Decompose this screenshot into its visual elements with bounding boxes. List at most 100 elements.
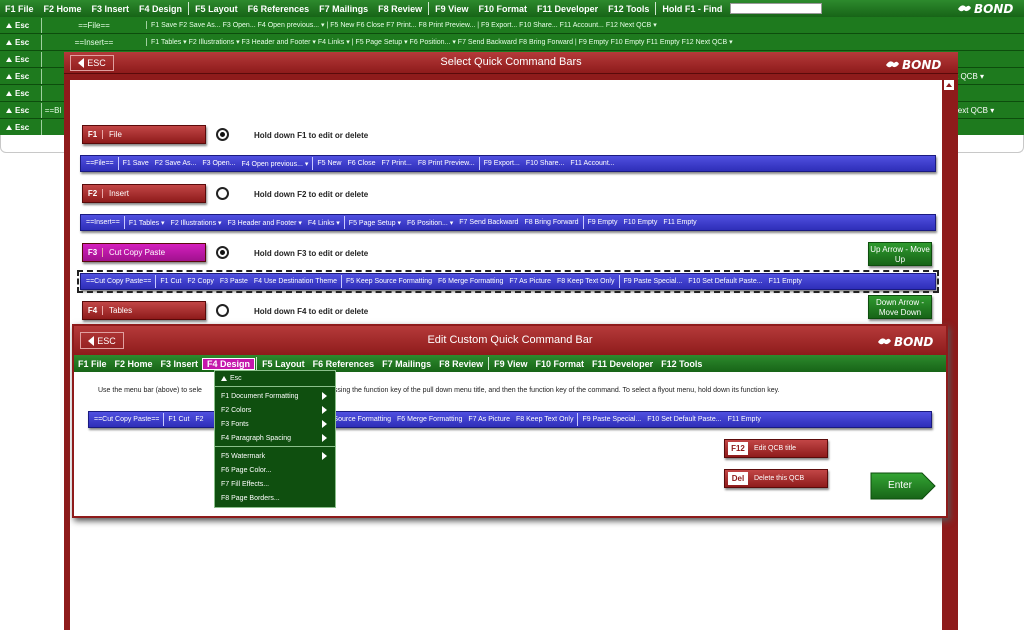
qcb-item[interactable]: F7 Print... — [379, 160, 415, 167]
bg-esc-button[interactable]: Esc — [0, 51, 42, 67]
qcb-item[interactable]: F2 Save As... — [152, 160, 200, 167]
qcb-insert-bar[interactable]: ==Insert== F1 Tables ▾ F2 Illustrations … — [80, 214, 936, 231]
qcb-item[interactable]: F10 Empty — [620, 219, 660, 226]
qcb-item[interactable]: F5 Page Setup ▾ — [346, 219, 404, 227]
edit-menu-design[interactable]: F4 Design — [202, 357, 256, 370]
qcb-tables-button[interactable]: F4 Tables — [82, 301, 206, 320]
qcb-file-bar[interactable]: ==File== F1 Save F2 Save As... F3 Open..… — [80, 155, 936, 172]
qcb-item[interactable]: F5 New — [314, 160, 344, 167]
qcb-item[interactable]: F3 Paste — [217, 278, 251, 285]
qcb-item[interactable]: F6 Close — [345, 160, 379, 167]
edit-menu-developer[interactable]: F11 Developer — [588, 359, 657, 369]
qcb-item[interactable]: F11 Empty — [725, 416, 764, 423]
qcb-item[interactable]: F6 Merge Formatting — [394, 416, 465, 423]
qcb-cut-copy-paste-radio[interactable] — [216, 246, 229, 259]
bg-esc-button[interactable]: Esc — [0, 102, 42, 118]
dropdown-item-fonts[interactable]: F3 Fonts — [215, 417, 335, 431]
bg-esc-button[interactable]: Esc — [0, 17, 42, 33]
menu-references[interactable]: F6 References — [243, 4, 315, 14]
qcb-item[interactable]: F4 Open previous... ▾ — [238, 160, 311, 168]
edit-menu-review[interactable]: F8 Review — [435, 359, 487, 369]
qcb-file-radio[interactable] — [216, 128, 229, 141]
qcb-item[interactable]: F8 Print Preview... — [415, 160, 478, 167]
menu-layout[interactable]: F5 Layout — [190, 4, 243, 14]
bg-qcb-row[interactable]: Esc ==Insert== F1 Tables ▾ F2 Illustrati… — [0, 34, 1024, 51]
menu-home[interactable]: F2 Home — [39, 4, 87, 14]
qcb-insert-radio[interactable] — [216, 187, 229, 200]
dropdown-item-paragraph-spacing[interactable]: F4 Paragraph Spacing — [215, 431, 335, 445]
edit-menu-view[interactable]: F9 View — [490, 359, 531, 369]
dropdown-item-document-formatting[interactable]: F1 Document Formatting — [215, 389, 335, 403]
qcb-item[interactable]: F1 Cut — [165, 416, 192, 423]
bg-esc-button[interactable]: Esc — [0, 119, 42, 135]
menu-format[interactable]: F10 Format — [474, 4, 533, 14]
bg-esc-button[interactable]: Esc — [0, 34, 42, 50]
qcb-item[interactable]: F8 Keep Text Only — [513, 416, 576, 423]
delete-qcb-button[interactable]: Del Delete this QCB — [724, 469, 828, 488]
qcb-file-button[interactable]: F1 File — [82, 125, 206, 144]
edit-menu-format[interactable]: F10 Format — [532, 359, 589, 369]
qcb-item[interactable]: F10 Set Default Paste... — [644, 416, 724, 423]
menu-view[interactable]: F9 View — [430, 4, 473, 14]
qcb-item[interactable]: F9 Empty — [585, 219, 621, 226]
qcb-item[interactable]: F8 Bring Forward — [521, 219, 581, 226]
qcb-item[interactable]: F11 Empty — [660, 219, 699, 226]
dropdown-item-fill-effects[interactable]: F7 Fill Effects... — [215, 477, 335, 491]
qcb-item[interactable]: F2 — [192, 416, 206, 423]
menu-tools[interactable]: F12 Tools — [603, 4, 654, 14]
qcb-item[interactable]: F5 Keep Source Formatting — [343, 278, 435, 285]
edit-menu-layout[interactable]: F5 Layout — [258, 359, 309, 369]
move-up-button[interactable]: Up Arrow - Move Up — [868, 242, 932, 266]
menu-file[interactable]: F1 File — [0, 4, 39, 14]
qcb-item[interactable]: F10 Set Default Paste... — [685, 278, 765, 285]
qcb-item[interactable]: F9 Paste Special... — [621, 278, 686, 285]
dropdown-esc[interactable]: Esc — [215, 371, 335, 385]
bg-esc-button[interactable]: Esc — [0, 68, 42, 84]
qcb-item[interactable]: F1 Tables ▾ — [126, 219, 168, 227]
qcb-item[interactable]: F6 Position... ▾ — [404, 219, 456, 227]
enter-button[interactable]: Enter — [870, 472, 936, 500]
menu-review[interactable]: F8 Review — [373, 4, 427, 14]
dropdown-item-page-color[interactable]: F6 Page Color... — [215, 463, 335, 477]
dropdown-item-watermark[interactable]: F5 Watermark — [215, 449, 335, 463]
bg-esc-button[interactable]: Esc — [0, 85, 42, 101]
qcb-tables-radio[interactable] — [216, 304, 229, 317]
qcb-item[interactable]: F8 Keep Text Only — [554, 278, 617, 285]
bg-qcb-row[interactable]: Esc ==File== F1 Save F2 Save As... F3 Op… — [0, 17, 1024, 34]
find-input[interactable] — [730, 3, 823, 14]
scroll-up-icon[interactable] — [944, 80, 954, 90]
qcb-item[interactable]: F3 Open... — [199, 160, 238, 167]
edit-menu-insert[interactable]: F3 Insert — [157, 359, 203, 369]
qcb-item[interactable]: F11 Empty — [766, 278, 805, 285]
dropdown-item-page-borders[interactable]: F8 Page Borders... — [215, 491, 335, 505]
qcb-item[interactable]: F4 Use Destination Theme — [251, 278, 340, 285]
qcb-item[interactable]: F2 Illustrations ▾ — [168, 219, 225, 227]
menu-mailings[interactable]: F7 Mailings — [314, 4, 373, 14]
qcb-item[interactable]: F3 Header and Footer ▾ — [225, 219, 305, 227]
menu-design[interactable]: F4 Design — [134, 4, 187, 14]
qcb-item[interactable]: F7 Send Backward — [456, 219, 521, 226]
menu-find[interactable]: Hold F1 - Find — [657, 4, 727, 14]
qcb-item[interactable]: F7 As Picture — [465, 416, 513, 423]
qcb-item[interactable]: F1 Cut — [157, 278, 184, 285]
move-down-button[interactable]: Down Arrow - Move Down — [868, 295, 932, 319]
qcb-item[interactable]: F6 Merge Formatting — [435, 278, 506, 285]
edit-menu-file[interactable]: F1 File — [74, 359, 111, 369]
qcb-item[interactable]: F1 Save — [120, 160, 152, 167]
qcb-item[interactable]: F4 Links ▾ — [305, 219, 343, 227]
qcb-item[interactable]: F2 Copy — [184, 278, 216, 285]
qcb-item[interactable]: F7 As Picture — [506, 278, 554, 285]
bg-right-fragment[interactable]: Next QCB ▾ — [952, 106, 994, 115]
qcb-item[interactable]: F9 Export... — [481, 160, 523, 167]
qcb-item[interactable]: F11 Account... — [567, 160, 617, 167]
edit-qcb-title-button[interactable]: F12 Edit QCB title — [724, 439, 828, 458]
edit-menu-tools[interactable]: F12 Tools — [657, 359, 706, 369]
qcb-item[interactable]: F10 Share... — [523, 160, 568, 167]
menu-developer[interactable]: F11 Developer — [532, 4, 603, 14]
menu-insert[interactable]: F3 Insert — [87, 4, 135, 14]
edit-menu-home[interactable]: F2 Home — [111, 359, 157, 369]
qcb-item[interactable]: F9 Paste Special... — [579, 416, 644, 423]
qcb-cut-copy-paste-button[interactable]: F3 Cut Copy Paste — [82, 243, 206, 262]
edit-menu-references[interactable]: F6 References — [309, 359, 379, 369]
qcb-insert-button[interactable]: F2 Insert — [82, 184, 206, 203]
